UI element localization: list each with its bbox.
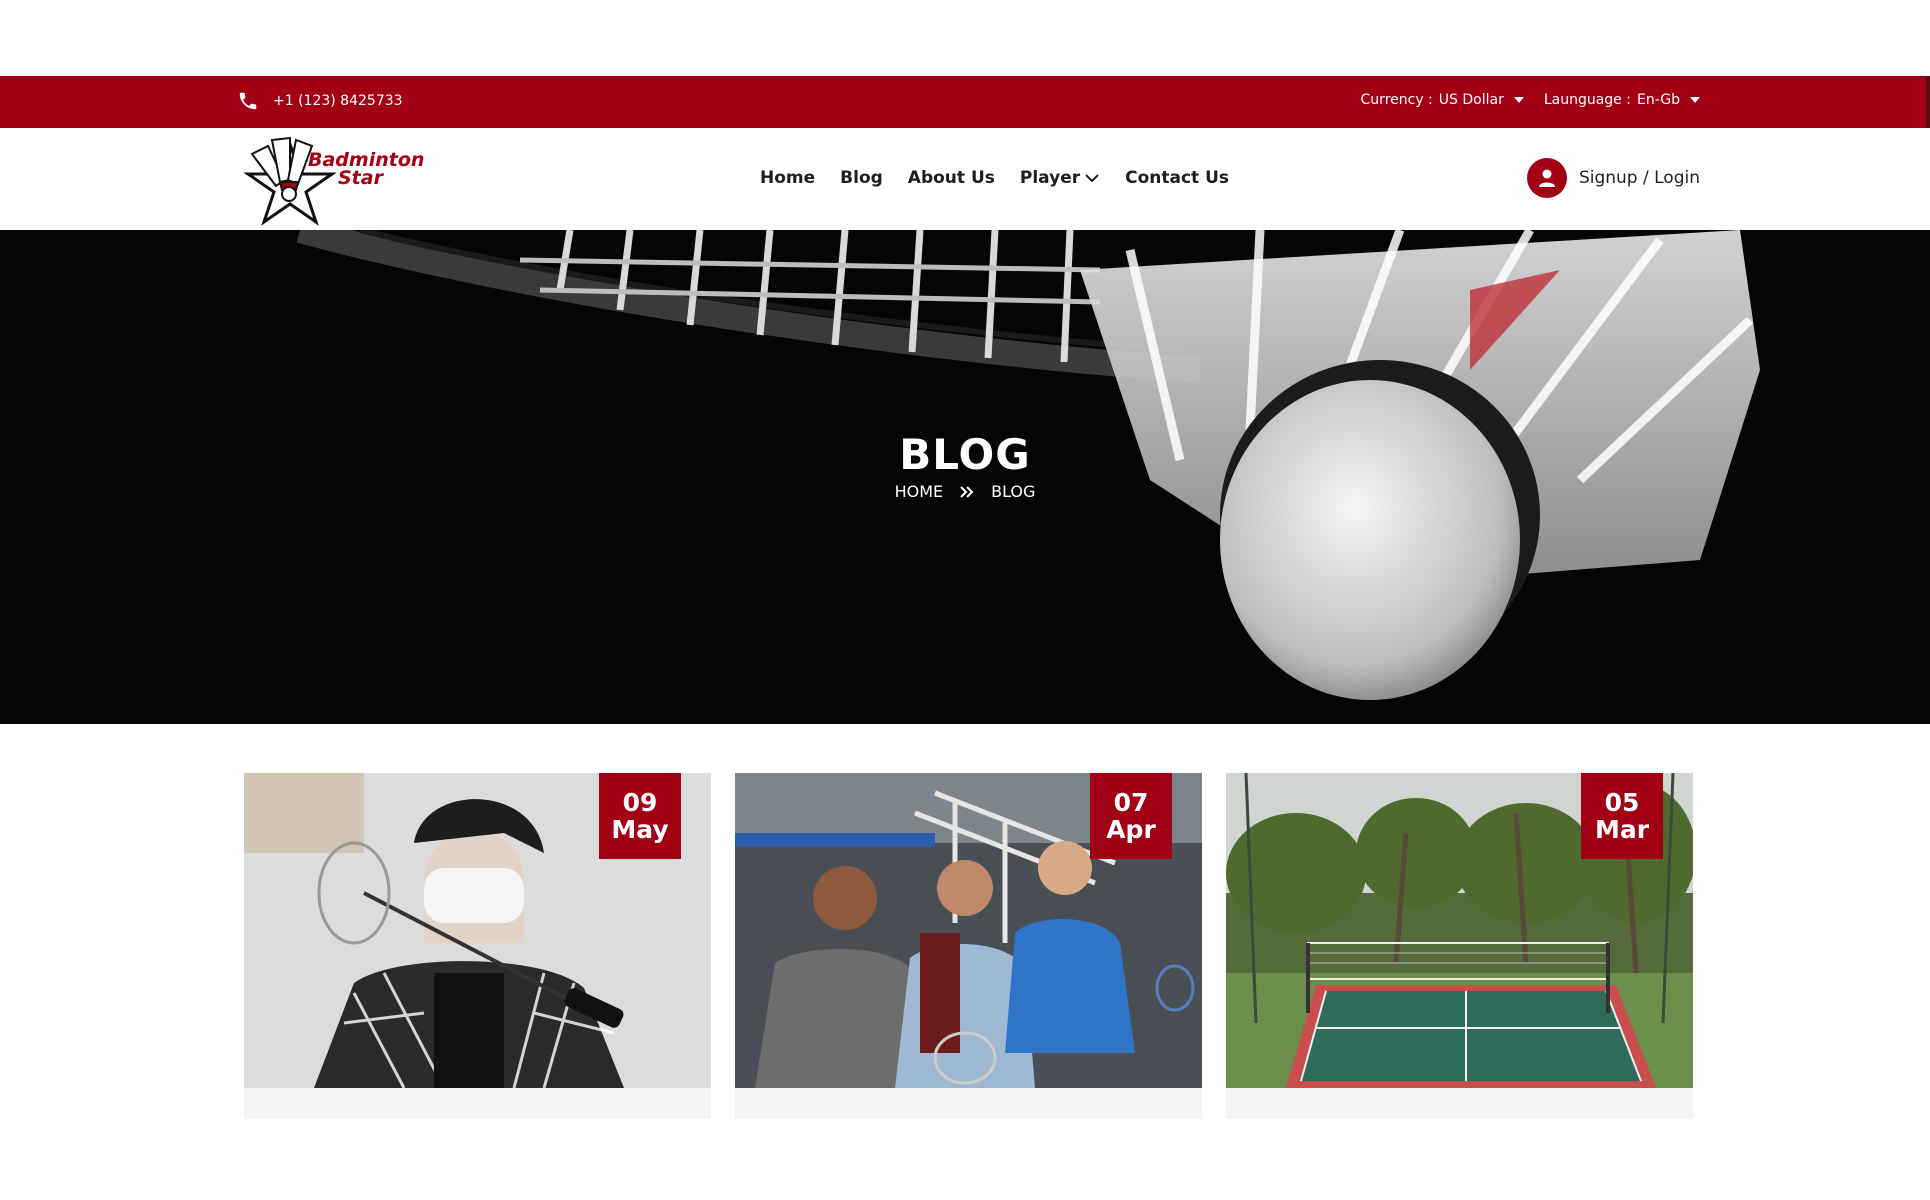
user-icon	[1526, 158, 1567, 198]
breadcrumb: HOME BLOG	[0, 482, 1930, 501]
caret-down-icon	[1513, 97, 1524, 103]
post-date-month: May	[611, 815, 669, 844]
nav-contact-us[interactable]: Contact Us	[1125, 168, 1229, 188]
main-nav: Home Blog About Us Player Contact Us	[760, 168, 1229, 188]
nav-blog-label: Blog	[840, 168, 883, 188]
phone-contact[interactable]: +1 (123) 8425733	[237, 90, 403, 112]
site-header: Badminton Star Home Blog About Us Player…	[0, 128, 1930, 230]
post-date-month: Mar	[1594, 815, 1650, 844]
page-banner: BLOG HOME BLOG	[0, 230, 1930, 724]
currency-value: US Dollar	[1438, 92, 1504, 108]
blog-card-image[interactable]: 09 May	[244, 773, 711, 1088]
site-logo[interactable]: Badminton Star	[238, 134, 428, 226]
post-date-badge: 05 Mar	[1581, 773, 1663, 859]
blog-list: 09 May 07 Apr 05 Mar	[244, 773, 1693, 1119]
blog-card[interactable]: 05 Mar	[1226, 773, 1693, 1119]
caret-down-icon	[1690, 97, 1700, 103]
nav-player-label: Player	[1019, 168, 1081, 188]
language-value: En-Gb	[1636, 92, 1680, 108]
blog-card-image[interactable]: 05 Mar	[1226, 773, 1693, 1088]
nav-home[interactable]: Home	[760, 168, 815, 188]
blog-card-image[interactable]: 07 Apr	[735, 773, 1202, 1088]
scrollbar[interactable]	[1926, 76, 1930, 128]
nav-blog[interactable]: Blog	[840, 168, 883, 188]
nav-about-label: About Us	[907, 168, 995, 188]
nav-about-us[interactable]: About Us	[908, 168, 995, 188]
phone-number: +1 (123) 8425733	[273, 93, 403, 109]
post-date-badge: 09 May	[599, 773, 681, 859]
blog-card[interactable]: 07 Apr	[735, 773, 1202, 1119]
post-date-month: Apr	[1106, 815, 1156, 844]
signup-login-label: Signup / Login	[1578, 168, 1700, 188]
nav-contact-label: Contact Us	[1125, 168, 1230, 188]
logo-text-line2: Star	[338, 167, 385, 189]
language-selector[interactable]: Lаunguage : En-Gb	[1544, 92, 1700, 108]
nav-home-label: Home	[760, 168, 816, 188]
chevron-down-icon	[1085, 174, 1099, 183]
double-chevron-right-icon	[960, 485, 974, 498]
post-date-day: 07	[1113, 788, 1149, 817]
post-date-day: 09	[622, 788, 658, 817]
currency-label: Currency :	[1360, 92, 1433, 108]
page-title: BLOG	[899, 430, 1031, 479]
phone-icon	[239, 92, 257, 110]
breadcrumb-current: BLOG	[991, 482, 1036, 501]
breadcrumb-home[interactable]: HOME	[895, 482, 944, 501]
language-label: Lаunguage :	[1543, 92, 1631, 108]
nav-player[interactable]: Player	[1020, 168, 1100, 188]
top-bar: +1 (123) 8425733 Currency : US Dollar Lа…	[0, 76, 1930, 128]
currency-selector[interactable]: Currency : US Dollar	[1361, 92, 1524, 108]
signup-login-link[interactable]: Signup / Login	[1526, 158, 1700, 198]
post-date-day: 05	[1604, 788, 1640, 817]
post-date-badge: 07 Apr	[1090, 773, 1172, 859]
blog-card[interactable]: 09 May	[244, 773, 711, 1119]
